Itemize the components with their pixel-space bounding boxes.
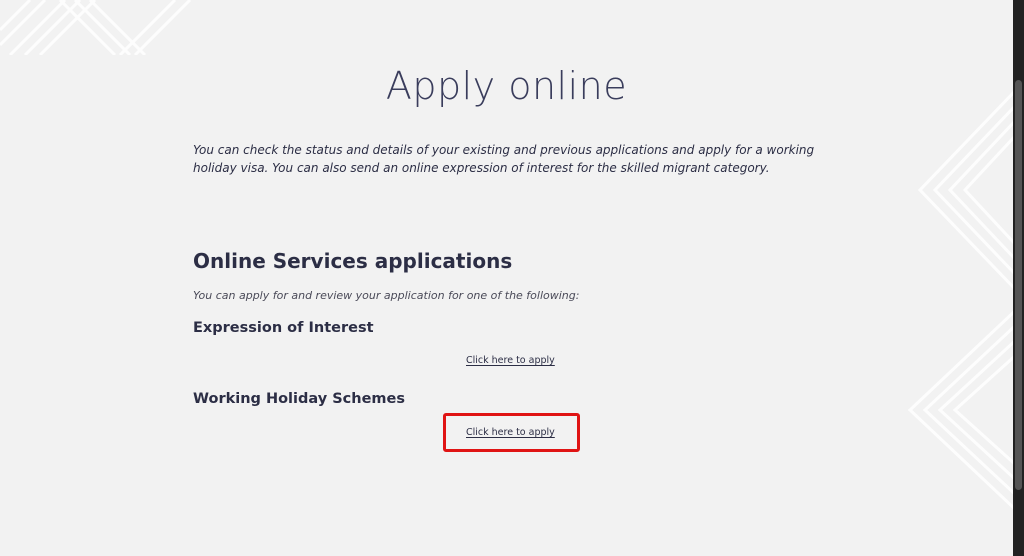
expression-of-interest-heading: Expression of Interest [193,320,374,336]
online-services-heading: Online Services applications [193,249,513,273]
page: Apply online You can check the status an… [0,0,1024,556]
scrollbar-thumb[interactable] [1015,80,1022,490]
expression-of-interest-apply-link[interactable]: Click here to apply [466,355,555,366]
working-holiday-schemes-heading: Working Holiday Schemes [193,391,405,407]
decorative-lines-pattern-top-left [0,0,192,55]
decorative-chevron-pattern-right [907,90,1016,512]
page-title: Apply online [385,64,628,108]
working-holiday-schemes-apply-link[interactable]: Click here to apply [466,427,555,438]
online-services-subtitle: You can apply for and review your applic… [193,289,580,302]
intro-text: You can check the status and details of … [193,143,815,175]
